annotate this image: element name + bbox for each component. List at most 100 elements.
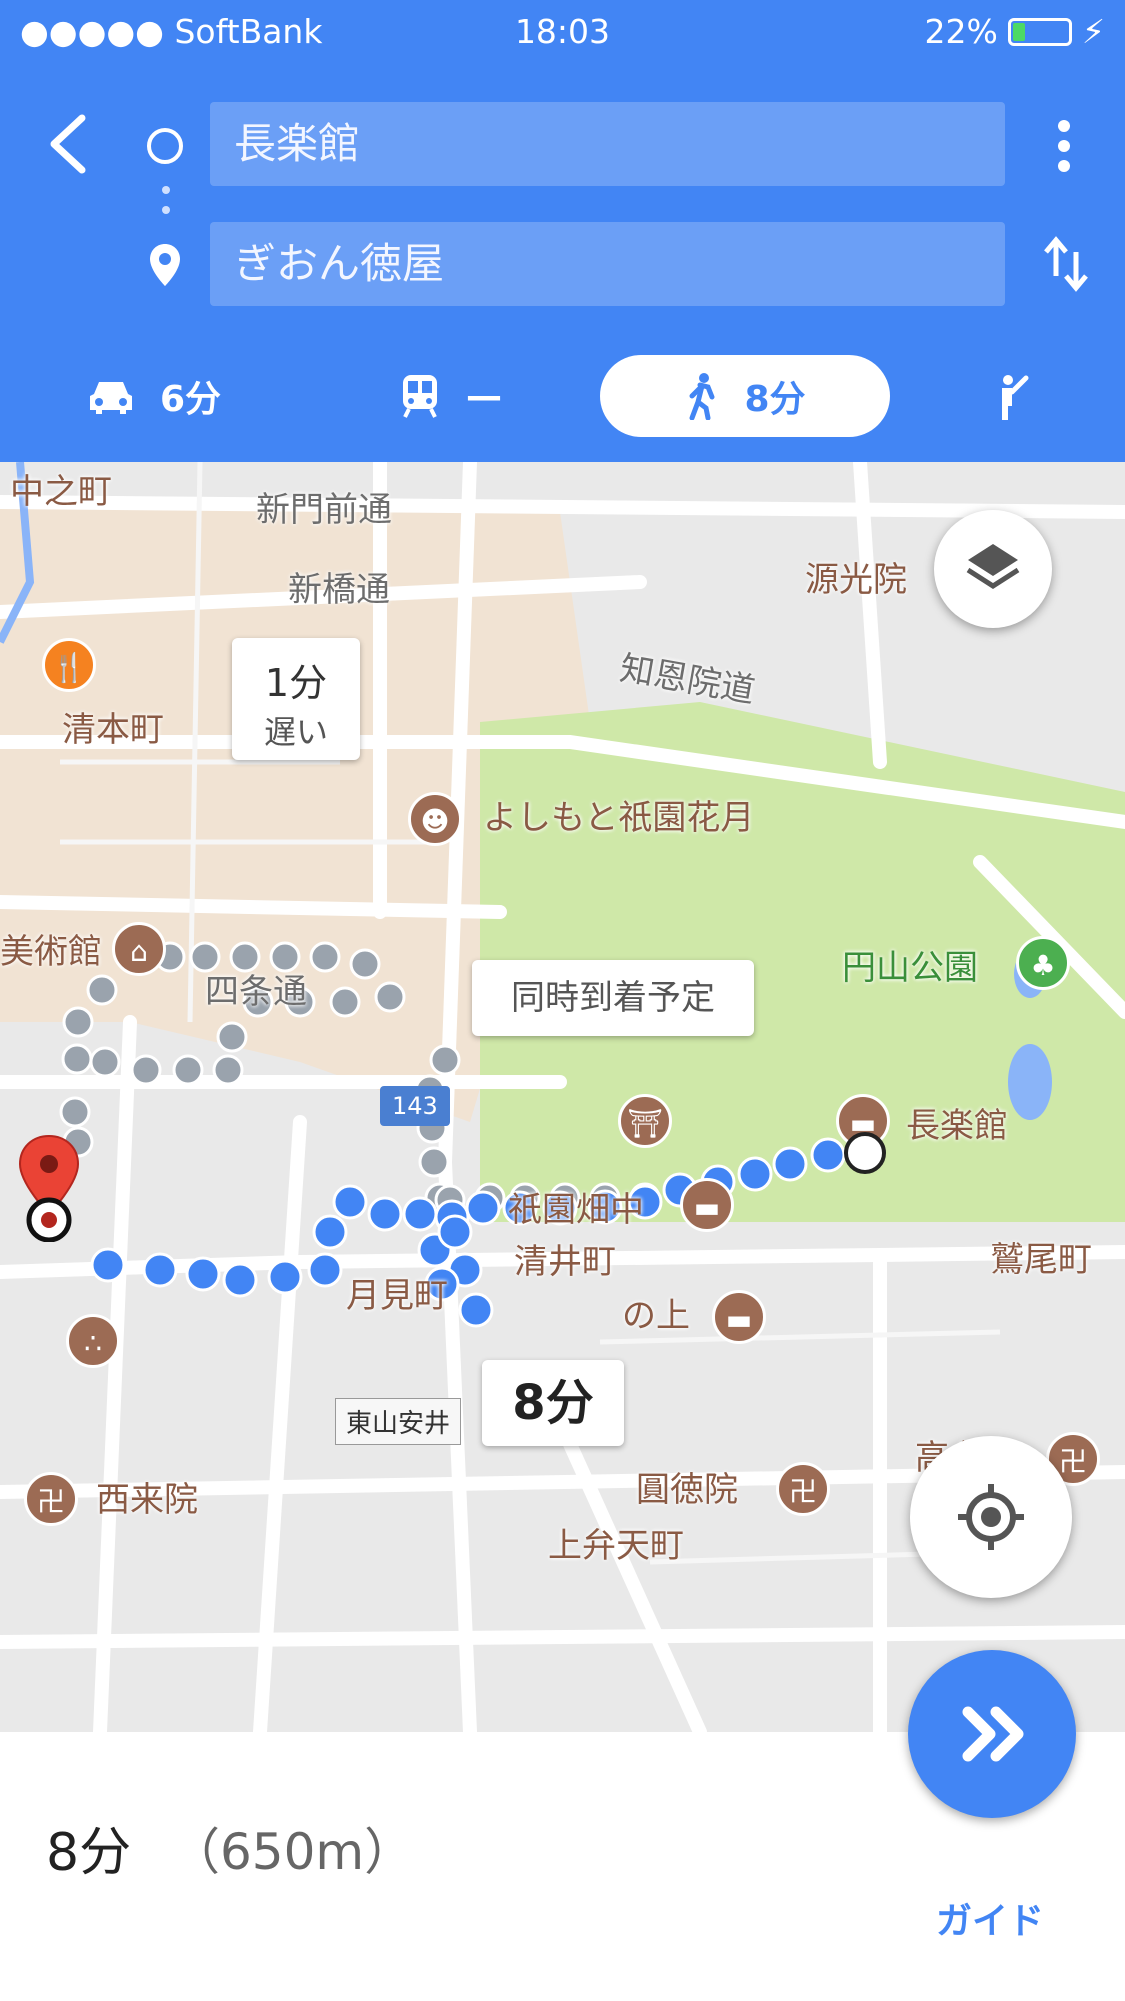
alt-route-time: 1分 — [264, 661, 328, 705]
transit-time: — — [466, 375, 502, 417]
route-dot — [172, 1054, 204, 1086]
alt-route-callout-2[interactable]: 同時到着予定 — [472, 960, 754, 1036]
mode-transit[interactable]: — — [400, 355, 502, 437]
route-dot — [332, 1184, 368, 1220]
hotel-icon[interactable]: ▬ — [712, 1290, 766, 1344]
museum-icon[interactable]: ⌂ — [112, 922, 166, 976]
route-dot — [212, 1054, 244, 1086]
route-dot — [62, 1006, 94, 1038]
route-dot — [61, 1043, 93, 1075]
route-dot — [130, 1054, 162, 1086]
start-navigation-button[interactable] — [908, 1650, 1076, 1818]
route-dot — [309, 941, 341, 973]
restaurant-icon[interactable]: 🍴 — [42, 638, 96, 692]
map-label: よしもと祇園花月 — [483, 798, 755, 838]
map-label: 圓徳院 — [636, 1470, 738, 1510]
map-label: 長楽館 — [906, 1106, 1008, 1146]
origin-field[interactable]: 長楽館 — [210, 102, 1005, 186]
crosshair-icon — [958, 1484, 1024, 1550]
origin-circle-icon — [147, 128, 183, 164]
alt-route-same-time: 同時到着予定 — [511, 978, 715, 1018]
landmark-icon[interactable]: ∴ — [66, 1314, 120, 1368]
map-label: 中之町 — [10, 472, 112, 512]
route-dot — [374, 981, 406, 1013]
map-label: 円山公園 — [842, 948, 978, 988]
map-label: 新橋通 — [288, 570, 390, 610]
station-label: 東山安井 — [335, 1398, 462, 1445]
back-icon[interactable] — [44, 112, 94, 176]
route-dot — [312, 1214, 348, 1250]
map-label: 四条通 — [205, 972, 307, 1012]
route-time: 8分 — [512, 1375, 594, 1431]
map-label: 月見町 — [346, 1276, 448, 1316]
map-label: 源光院 — [805, 560, 907, 600]
temple-icon[interactable]: 卍 — [24, 1472, 78, 1526]
map-label: 鷲尾町 — [990, 1240, 1092, 1280]
route-number-badge: 143 — [380, 1086, 450, 1126]
my-location-button[interactable] — [910, 1436, 1072, 1598]
double-chevron-icon — [962, 1706, 1024, 1762]
layers-button[interactable] — [934, 510, 1052, 628]
more-options-icon[interactable] — [1052, 118, 1076, 174]
battery-icon — [1007, 17, 1072, 46]
map-label: 祇園畑中 — [508, 1190, 644, 1230]
map-view[interactable]: 中之町 新門前通 新橋通 知恩院道 源光院 清本町 よしもと祇園花月 美術館 四… — [0, 462, 1125, 1732]
ride-hailing-icon[interactable] — [990, 372, 1034, 422]
route-dot — [465, 1190, 501, 1226]
route-dot — [458, 1292, 494, 1328]
charging-icon: ⚡ — [1081, 12, 1105, 51]
theater-icon[interactable]: ☻ — [408, 792, 462, 846]
route-dot — [142, 1252, 178, 1288]
hotel-icon[interactable]: ▬ — [680, 1178, 734, 1232]
map-label: の上 — [622, 1296, 690, 1336]
route-dot — [86, 974, 118, 1006]
route-dot — [59, 1096, 91, 1128]
walking-icon — [689, 373, 715, 420]
route-dot — [429, 1044, 461, 1076]
map-label: 上弁天町 — [548, 1526, 684, 1566]
route-dot — [89, 1046, 121, 1078]
status-bar: ●●●●● SoftBank 18:03 22% ⚡ — [0, 0, 1125, 64]
alt-route-callout[interactable]: 1分 遅い — [232, 638, 360, 760]
route-dot — [349, 948, 381, 980]
route-dot — [307, 1252, 343, 1288]
route-dot — [810, 1137, 846, 1173]
mode-drive[interactable]: 6分 — [88, 355, 221, 437]
drive-time: 6分 — [160, 379, 222, 420]
train-icon — [403, 375, 437, 418]
route-dot — [402, 1196, 438, 1232]
map-label: 美術館 — [0, 932, 102, 972]
route-dot — [367, 1196, 403, 1232]
summary-time: 8分 — [46, 1823, 132, 1883]
route-dots-icon — [162, 186, 170, 214]
route-dot — [418, 1146, 450, 1178]
route-dot — [222, 1262, 258, 1298]
alt-route-diff: 遅い — [263, 713, 328, 751]
walk-time: 8分 — [744, 379, 806, 420]
battery-indicator: 22% ⚡ — [924, 12, 1105, 51]
summary-distance: （650m） — [170, 1823, 415, 1881]
origin-marker-icon — [844, 1132, 886, 1174]
route-dot — [772, 1146, 808, 1182]
map-label: 清井町 — [514, 1242, 616, 1282]
route-dot — [90, 1247, 126, 1283]
map-label: 西来院 — [96, 1480, 198, 1520]
guide-link[interactable]: ガイド — [936, 1892, 1044, 1944]
route-dot — [185, 1256, 221, 1292]
route-dot — [437, 1214, 473, 1250]
battery-percent: 22% — [924, 12, 998, 51]
swap-icon[interactable] — [1042, 236, 1090, 292]
shrine-icon[interactable]: ⛩ — [618, 1094, 672, 1148]
mode-walk[interactable]: 8分 — [600, 355, 890, 437]
directions-header: ●●●●● SoftBank 18:03 22% ⚡ 長楽館 ぎおん徳屋 6分 … — [0, 0, 1125, 462]
temple-icon[interactable]: 卍 — [776, 1462, 830, 1516]
route-time-callout[interactable]: 8分 — [482, 1360, 624, 1446]
park-icon[interactable]: ♣ — [1016, 936, 1070, 990]
map-label: 清本町 — [62, 710, 164, 750]
map-label: 新門前通 — [256, 490, 392, 530]
destination-marker-icon — [18, 1134, 80, 1242]
car-icon — [90, 382, 132, 414]
route-dot — [737, 1156, 773, 1192]
route-dot — [216, 1021, 248, 1053]
destination-field[interactable]: ぎおん徳屋 — [210, 222, 1005, 306]
